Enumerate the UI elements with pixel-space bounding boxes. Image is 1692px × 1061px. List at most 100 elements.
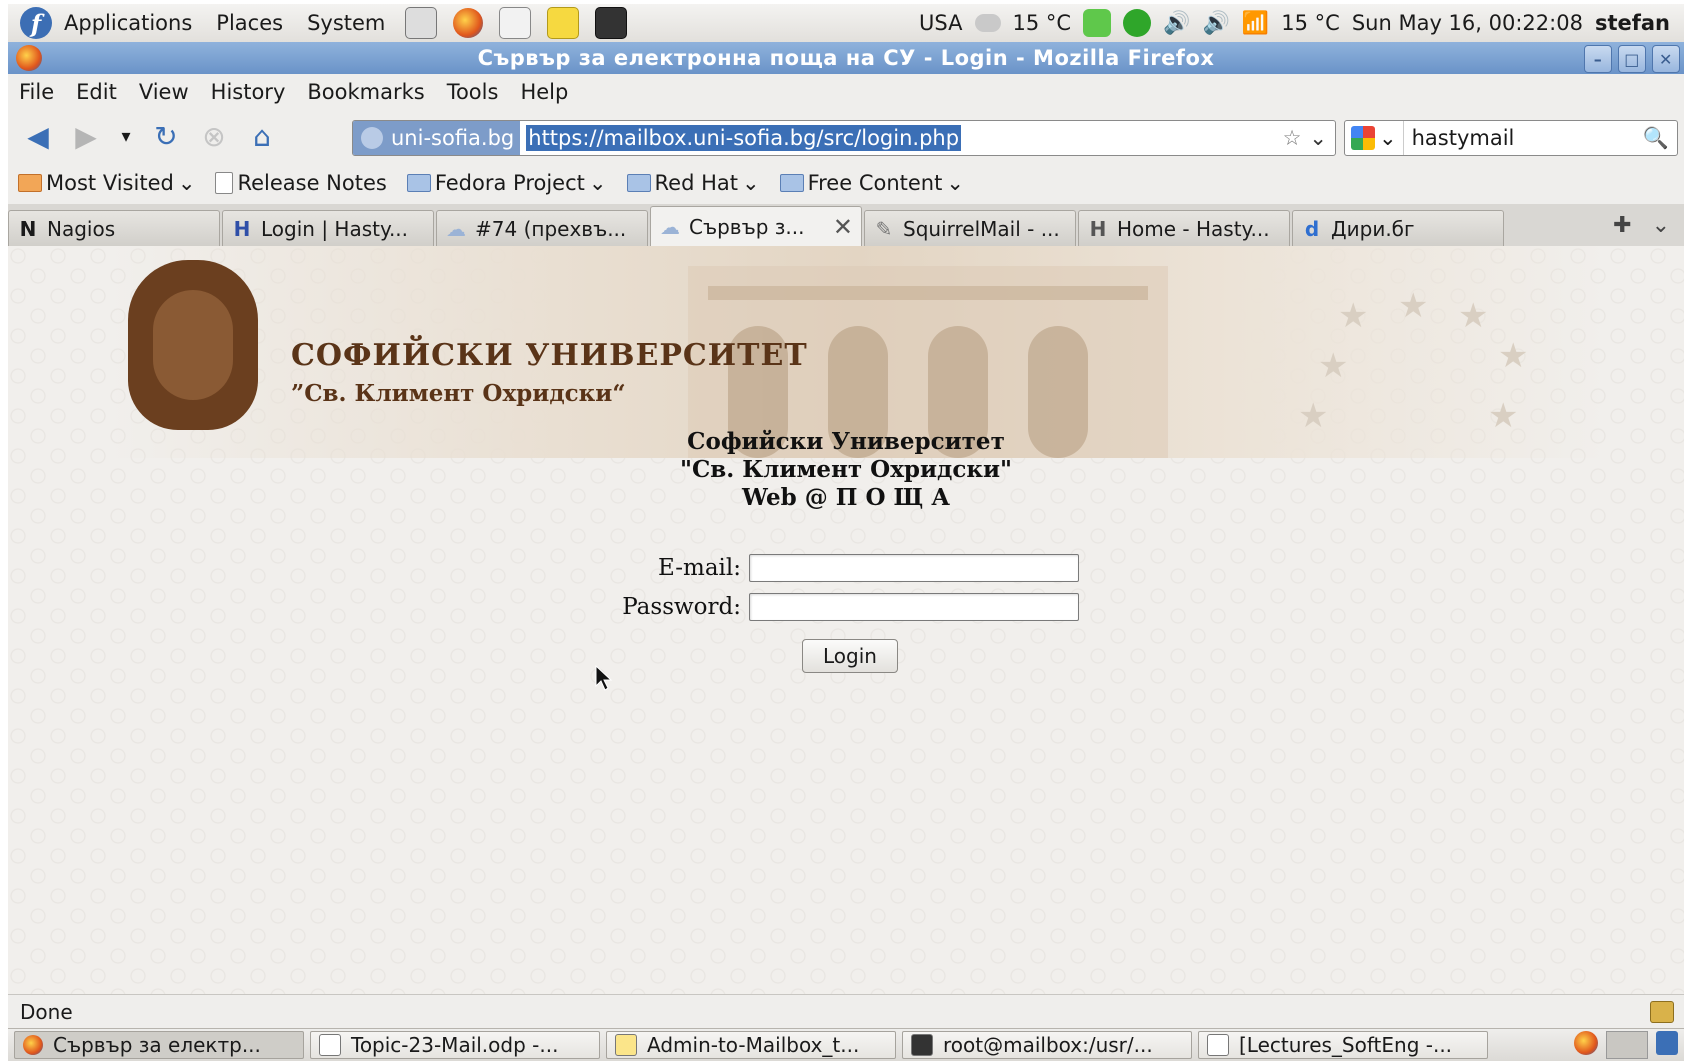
user-name[interactable]: stefan <box>1595 11 1670 35</box>
network-status-icon[interactable] <box>1123 9 1152 37</box>
tab-squirrelmail[interactable]: ✎ SquirrelMail - ... <box>864 210 1076 246</box>
menu-bookmarks[interactable]: Bookmarks <box>296 80 435 104</box>
search-bar[interactable]: ⌄ hastymail 🔍 <box>1344 120 1678 156</box>
login-button[interactable]: Login <box>802 639 898 673</box>
clock[interactable]: Sun May 16, 00:22:08 <box>1352 11 1583 35</box>
firefox-icon[interactable] <box>1574 1031 1598 1055</box>
hastymail-icon: H <box>233 216 251 241</box>
bookmark-label: Fedora Project <box>434 171 585 195</box>
reload-icon[interactable]: ↻ <box>146 116 186 156</box>
task-impress[interactable]: Topic-23-Mail.odp -... <box>310 1031 600 1059</box>
firefox-icon[interactable] <box>453 8 484 38</box>
banner-university-subtitle: ”Св. Климент Охридски“ <box>291 380 626 407</box>
terminal-icon[interactable] <box>595 7 628 39</box>
task-editor[interactable]: Admin-to-Mailbox_t... <box>606 1031 896 1059</box>
diri-icon: d <box>1304 216 1320 241</box>
close-window-button[interactable]: ✕ <box>1652 45 1680 73</box>
bookmark-star-icon[interactable]: ☆ <box>1283 126 1302 150</box>
url-dropdown-icon[interactable]: ⌄ <box>1309 126 1327 150</box>
mail-icon[interactable] <box>499 7 532 39</box>
bookmark-label: Red Hat <box>654 171 738 195</box>
menu-file[interactable]: File <box>8 80 65 104</box>
nagios-icon: N <box>19 216 37 241</box>
site-identity-button[interactable]: uni-sofia.bg <box>353 121 521 155</box>
globe-icon <box>361 127 383 149</box>
seal-face <box>153 290 233 400</box>
bookmark-most-visited[interactable]: Most Visited ⌄ <box>8 171 205 195</box>
tab-74[interactable]: ☁ #74 (прехвъ... <box>436 210 648 246</box>
menu-tools[interactable]: Tools <box>436 80 510 104</box>
trash-icon[interactable] <box>1656 1031 1678 1055</box>
workspace-switcher[interactable] <box>1606 1031 1648 1059</box>
window-titlebar[interactable]: Сървър за електронна поща на СУ - Login … <box>8 42 1684 74</box>
firefox-window-icon[interactable] <box>16 45 42 71</box>
stop-icon[interactable]: ⊗ <box>194 116 234 156</box>
lock-icon[interactable] <box>1650 1001 1674 1023</box>
chevron-down-icon: ⌄ <box>741 171 760 195</box>
folder-icon <box>626 174 651 192</box>
url-bar[interactable]: uni-sofia.bg https://mailbox.uni-sofia.b… <box>352 120 1336 156</box>
menu-edit[interactable]: Edit <box>65 80 128 104</box>
page-icon <box>215 172 234 194</box>
applications-menu[interactable]: Applications <box>52 11 204 35</box>
bookmark-free-content[interactable]: Free Content ⌄ <box>770 171 974 195</box>
tab-label: Сървър з... <box>689 214 805 239</box>
tab-mail-server-active[interactable]: ☁ Сървър з... ✕ <box>650 206 862 246</box>
menu-history[interactable]: History <box>200 80 297 104</box>
update-check-icon[interactable] <box>1083 9 1112 37</box>
home-icon[interactable]: ⌂ <box>242 116 282 156</box>
login-heading-line-3: Web @ П О Щ А <box>742 484 950 511</box>
keyboard-layout[interactable]: USA <box>919 11 962 35</box>
new-tab-icon[interactable]: ✚ <box>1613 213 1631 238</box>
maximize-button[interactable]: □ <box>1618 45 1646 73</box>
bookmark-fedora-project[interactable]: Fedora Project ⌄ <box>397 171 617 195</box>
password-field[interactable] <box>749 593 1079 621</box>
search-input[interactable]: hastymail <box>1404 126 1643 150</box>
cloud-icon: ☁ <box>446 216 466 241</box>
notes-icon[interactable] <box>547 7 580 39</box>
signal-strength-icon[interactable]: 📶 <box>1242 11 1269 36</box>
task-label: [Lectures_SoftEng -... <box>1239 1033 1453 1057</box>
tab-diri-bg[interactable]: d Дири.бг <box>1292 210 1504 246</box>
login-heading-line-1: Софийски Университет <box>687 428 1005 455</box>
task-lectures[interactable]: [Lectures_SoftEng -... <box>1198 1031 1488 1059</box>
search-engine-selector[interactable]: ⌄ <box>1345 121 1404 155</box>
hastymail-icon: H <box>1089 216 1107 241</box>
tab-nagios[interactable]: N Nagios <box>8 210 220 246</box>
volume-secondary-icon[interactable]: 🔊 <box>1202 11 1229 36</box>
volume-icon[interactable]: 🔊 <box>1163 11 1190 36</box>
forward-icon[interactable]: ▶ <box>66 116 106 156</box>
tab-home-hastymail[interactable]: H Home - Hasty... <box>1078 210 1290 246</box>
menu-view[interactable]: View <box>128 80 200 104</box>
minimize-button[interactable]: – <box>1584 45 1612 73</box>
squirrel-icon: ✎ <box>875 216 893 241</box>
close-tab-icon[interactable]: ✕ <box>833 213 853 241</box>
places-menu[interactable]: Places <box>204 11 295 35</box>
chevron-down-icon: ⌄ <box>588 171 607 195</box>
folder-icon <box>406 174 431 192</box>
menu-help[interactable]: Help <box>509 80 579 104</box>
list-all-tabs-icon[interactable]: ⌄ <box>1652 213 1670 238</box>
tab-login-hastymail[interactable]: H Login | Hasty... <box>222 210 434 246</box>
task-label: Сървър за електр... <box>53 1033 261 1057</box>
chevron-down-icon: ⌄ <box>177 171 196 195</box>
system-menu[interactable]: System <box>295 11 397 35</box>
weather-temperature-right[interactable]: 15 °C <box>1281 11 1340 35</box>
task-label: Admin-to-Mailbox_t... <box>647 1033 860 1057</box>
tab-label: Home - Hasty... <box>1117 216 1270 241</box>
system-monitor-icon[interactable] <box>405 7 438 39</box>
search-icon[interactable]: 🔍 <box>1643 126 1677 151</box>
tab-strip: N Nagios H Login | Hasty... ☁ #74 (прехв… <box>8 204 1684 246</box>
email-field[interactable] <box>749 554 1079 582</box>
url-text[interactable]: https://mailbox.uni-sofia.bg/src/login.p… <box>526 125 962 151</box>
bookmark-label: Free Content <box>807 171 943 195</box>
history-dropdown-icon[interactable]: ▾ <box>114 116 138 156</box>
weather-temperature-left[interactable]: 15 °C <box>1013 11 1072 35</box>
task-firefox[interactable]: Сървър за електр... <box>14 1031 304 1059</box>
eu-stars-decoration: ★ ★ ★ ★ ★ ★ ★ <box>1298 286 1529 436</box>
back-icon[interactable]: ◀ <box>18 116 58 156</box>
bookmark-red-hat[interactable]: Red Hat ⌄ <box>617 171 770 195</box>
bookmark-release-notes[interactable]: Release Notes <box>205 171 396 195</box>
task-terminal[interactable]: root@mailbox:/usr/... <box>902 1031 1192 1059</box>
fedora-logo-icon[interactable]: f <box>20 7 52 39</box>
